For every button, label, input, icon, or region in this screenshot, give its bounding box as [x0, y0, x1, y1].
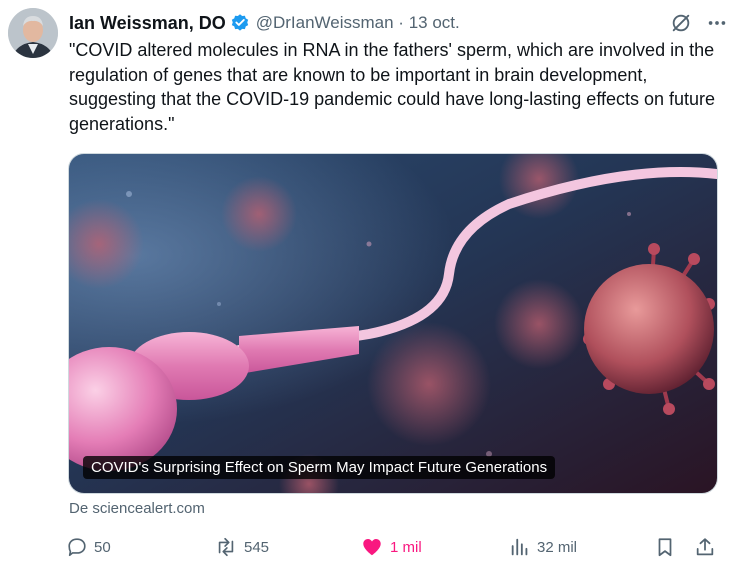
verified-badge-icon — [230, 13, 250, 33]
card-image — [69, 154, 717, 493]
grok-icon[interactable] — [670, 12, 692, 34]
action-bar: 50 545 1 mil 32 mil — [66, 532, 726, 562]
card-source[interactable]: De sciencealert.com — [69, 500, 205, 517]
author-name[interactable]: Ian Weissman, DO — [69, 13, 226, 34]
reply-count: 50 — [94, 538, 111, 556]
views-button[interactable]: 32 mil — [509, 532, 577, 562]
tweet-header: Ian Weissman, DO @DrIanWeissman · 13 oct… — [69, 9, 728, 37]
heart-icon — [363, 539, 381, 556]
header-actions — [670, 12, 728, 34]
bookmark-button[interactable] — [654, 532, 676, 562]
views-count: 32 mil — [537, 538, 578, 556]
more-icon[interactable] — [706, 12, 728, 34]
repost-count: 545 — [244, 538, 270, 556]
avatar[interactable] — [8, 8, 58, 58]
link-card[interactable]: COVID's Surprising Effect on Sperm May I… — [68, 153, 718, 494]
bookmark-icon — [658, 538, 672, 557]
views-icon — [511, 538, 528, 556]
author-handle-and-date[interactable]: @DrIanWeissman · 13 oct. — [256, 13, 460, 33]
share-button[interactable] — [694, 532, 716, 562]
like-button[interactable]: 1 mil — [360, 532, 422, 562]
tweet-text: "COVID altered molecules in RNA in the f… — [69, 40, 716, 134]
reply-button[interactable]: 50 — [66, 532, 111, 562]
share-icon — [696, 538, 714, 556]
repost-button[interactable]: 545 — [214, 532, 269, 562]
repost-icon — [218, 537, 234, 557]
like-count: 1 mil — [390, 538, 422, 556]
reply-icon — [68, 538, 86, 557]
card-title: COVID's Surprising Effect on Sperm May I… — [83, 456, 556, 479]
